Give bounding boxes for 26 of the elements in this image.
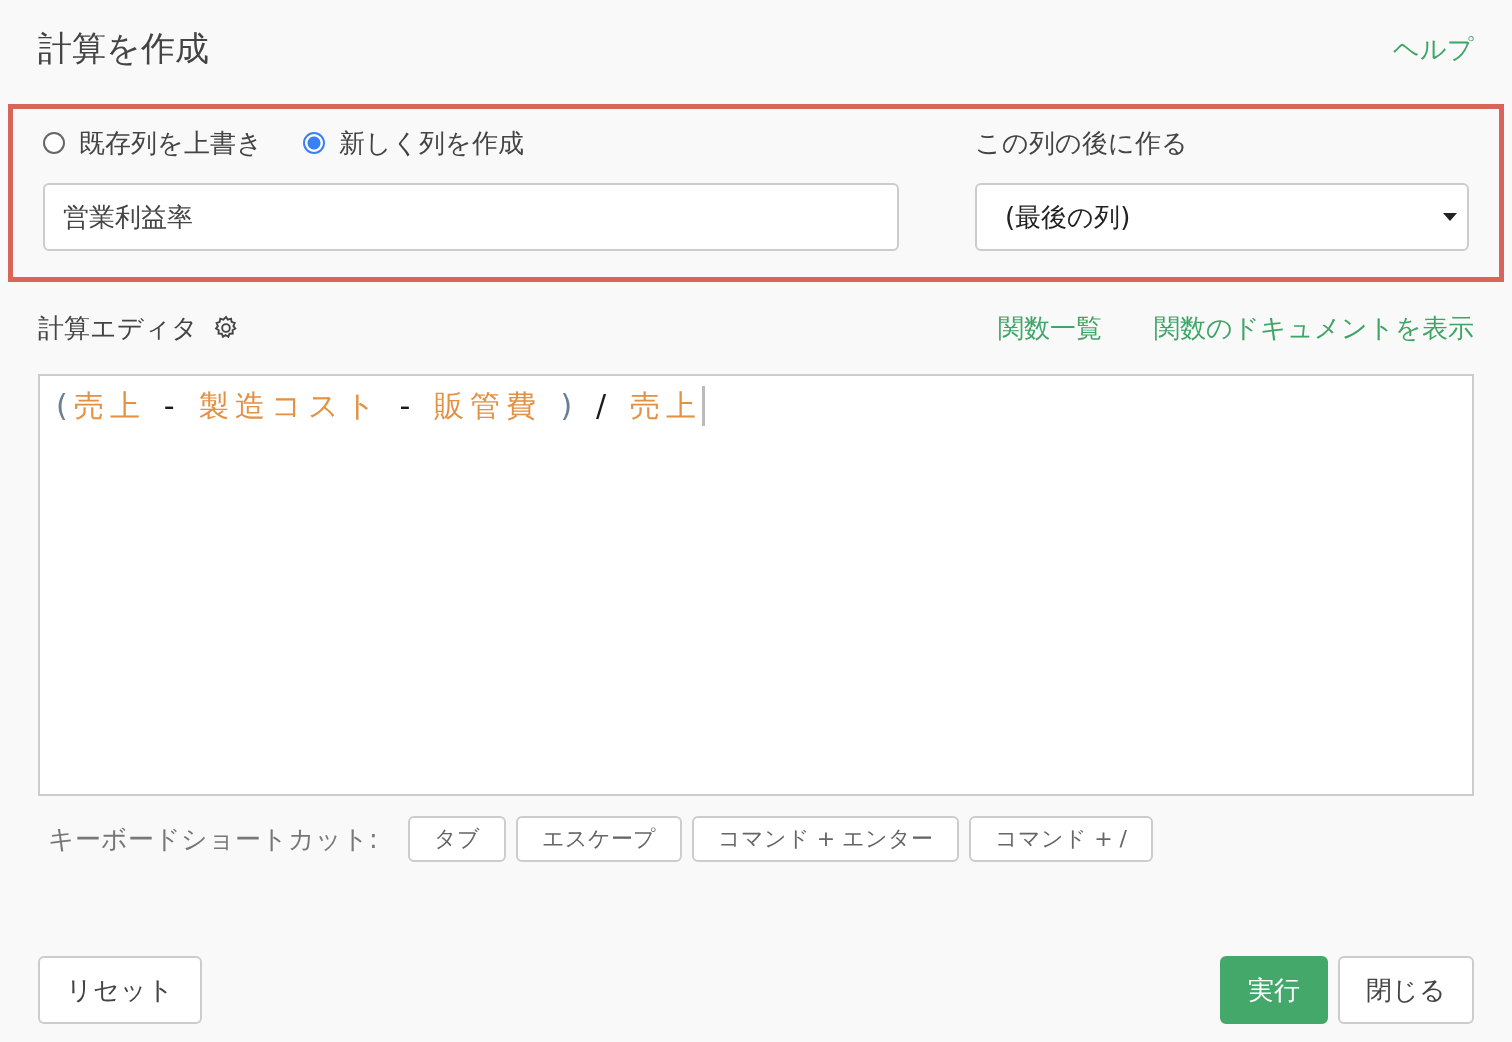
position-dropdown[interactable]: (最後の列) (975, 183, 1469, 251)
column-name-field[interactable]: 営業利益率 (43, 183, 899, 251)
shortcuts-label: キーボードショートカット: (48, 822, 378, 856)
shortcut-key: コマンド + / (969, 816, 1154, 862)
formula-token: 売上 (630, 387, 703, 425)
position-label: この列の後に作る (975, 127, 1189, 160)
reset-button[interactable]: リセット (38, 956, 202, 1024)
caret-icon (1443, 213, 1457, 221)
close-button[interactable]: 閉じる (1338, 956, 1474, 1024)
formula-token: ) (560, 387, 579, 425)
shortcut-key: エスケープ (515, 816, 682, 862)
formula-token: 製造コスト (198, 387, 382, 425)
radio-option[interactable]: 新しく列を作成 (303, 125, 524, 161)
editor-label: 計算エディタ (38, 311, 198, 345)
formula-token: - (163, 387, 181, 425)
formula-editor[interactable]: (売上 - 製造コスト - 販管費 ) / 売上 (38, 374, 1474, 796)
formula-token: ( (56, 387, 74, 425)
shortcut-key: コマンド + エンター (691, 816, 960, 862)
dialog-title: 計算を作成 (38, 27, 209, 70)
formula-token: / (596, 387, 613, 425)
text-cursor (702, 386, 706, 426)
radio-option[interactable]: 既存列を上書き (43, 125, 263, 161)
formula-token: - (399, 387, 417, 425)
formula-token: 売上 (73, 387, 146, 425)
formula-token: 販管費 (434, 387, 543, 425)
shortcut-key: タブ (407, 816, 506, 862)
